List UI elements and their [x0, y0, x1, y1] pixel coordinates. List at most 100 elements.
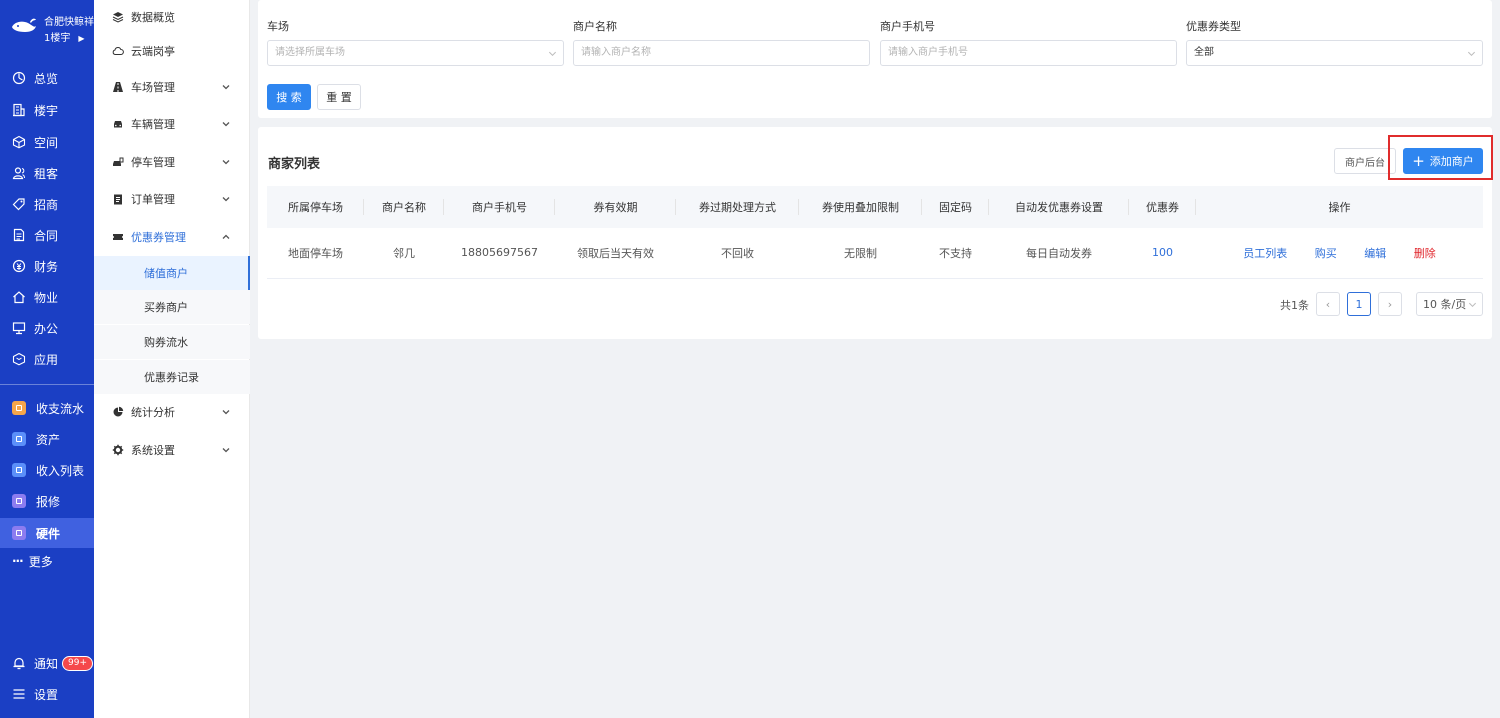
menu-item-parking-management[interactable]: 停车管理: [94, 145, 250, 179]
nav-app-income-list[interactable]: 收入列表: [0, 456, 94, 484]
table-header-row: 所属停车场 商户名称 商户手机号 券有效期 券过期处理方式 券使用叠加限制 固定…: [267, 186, 1483, 228]
coupons-count-link[interactable]: 100: [1152, 246, 1173, 259]
menu-item-label: 统计分析: [131, 406, 175, 419]
cell-stacking-limit: 无限制: [799, 228, 922, 279]
menu-item-statistics[interactable]: 统计分析: [94, 395, 250, 429]
nav-item-contract[interactable]: 合同: [0, 221, 94, 249]
coupon-icon: [113, 234, 123, 240]
nav-item-label: 招商: [34, 197, 59, 212]
home-icon: [13, 291, 25, 304]
menu-item-data-overview[interactable]: 数据概览: [94, 0, 250, 34]
income-list-icon: [12, 463, 26, 477]
submenu-item-coupon-buying-merchant[interactable]: 买券商户: [94, 290, 250, 324]
page-number-button[interactable]: 1: [1347, 292, 1371, 316]
nav-app-hardware[interactable]: 硬件: [0, 518, 94, 548]
delete-link[interactable]: 删除: [1414, 247, 1436, 260]
menu-icon: [13, 689, 25, 699]
nav-item-label: 财务: [34, 259, 59, 274]
nav-item-property[interactable]: 物业: [0, 283, 94, 311]
table-row: 地面停车场 邻几 18805697567 领取后当天有效 不回收 无限制 不支持…: [267, 228, 1483, 279]
menu-item-coupon-management[interactable]: 优惠券管理: [94, 220, 250, 254]
submenu-item-coupon-purchase-flow[interactable]: 购券流水: [94, 325, 250, 359]
parking-icon: [113, 157, 124, 166]
list-title: 商家列表: [268, 157, 321, 172]
chevron-down-icon: [222, 197, 230, 202]
submenu-item-stored-value-merchant[interactable]: 储值商户: [94, 256, 250, 290]
brand[interactable]: 合肥快鲸祥 1楼宇 ▶: [10, 10, 94, 50]
nav-item-leasing[interactable]: 招商: [0, 190, 94, 218]
menu-item-vehicle-management[interactable]: 车辆管理: [94, 107, 250, 141]
chevron-down-icon: [1468, 302, 1477, 308]
whale-logo-icon: [12, 18, 36, 32]
monitor-icon: [12, 322, 26, 335]
nav-item-overview[interactable]: 总览: [0, 64, 94, 92]
chevron-left-icon: ‹: [1325, 297, 1331, 311]
merchant-name-placeholder: 请输入商户名称: [581, 47, 651, 58]
menu-item-label: 数据概览: [131, 11, 175, 24]
page-size-value: 10 条/页: [1423, 298, 1467, 311]
nav-settings[interactable]: 设置: [0, 680, 94, 708]
cell-auto-issue: 每日自动发券: [989, 228, 1129, 279]
nav-item-label: 通知: [34, 656, 59, 671]
merchant-name-input[interactable]: 请输入商户名称: [573, 40, 870, 66]
column-header: 优惠券: [1129, 186, 1196, 228]
page-size-select[interactable]: 10 条/页: [1416, 292, 1483, 316]
merchant-backend-button[interactable]: 商户后台: [1334, 148, 1396, 174]
column-header: 操作: [1196, 186, 1483, 228]
layers-icon: [112, 12, 124, 23]
coupon-type-label: 优惠券类型: [1186, 20, 1241, 33]
asset-icon: [12, 432, 26, 446]
secondary-menu: 数据概览 云端岗亭 车场管理 车辆管理 停车管理 订单管理 优惠券管理 储值商户…: [94, 0, 250, 718]
highlight-box: [1388, 135, 1493, 180]
nav-app-repair[interactable]: 报修: [0, 487, 94, 515]
nav-notifications[interactable]: 通知 99+: [0, 649, 94, 677]
edit-link[interactable]: 编辑: [1364, 247, 1386, 260]
nav-item-label: 报修: [36, 494, 61, 509]
column-header: 券过期处理方式: [676, 186, 799, 228]
buy-link[interactable]: 购买: [1315, 247, 1337, 260]
coupon-type-select[interactable]: 全部: [1186, 40, 1483, 66]
menu-item-label: 优惠券管理: [131, 231, 186, 244]
menu-item-system-settings[interactable]: 系统设置: [94, 433, 250, 467]
menu-item-label: 车辆管理: [131, 118, 175, 131]
search-button[interactable]: 搜 索: [267, 84, 311, 110]
nav-item-tenant[interactable]: 租客: [0, 159, 94, 187]
column-header: 券使用叠加限制: [799, 186, 922, 228]
nav-app-assets[interactable]: 资产: [0, 425, 94, 453]
nav-item-finance[interactable]: 财务: [0, 252, 94, 280]
app-icon: [12, 352, 26, 366]
menu-item-lot-management[interactable]: 车场管理: [94, 70, 250, 104]
nav-app-cashflow[interactable]: 收支流水: [0, 394, 94, 422]
next-page-button[interactable]: ›: [1378, 292, 1402, 316]
nav-item-space[interactable]: 空间: [0, 128, 94, 156]
filter-panel: 车场 请选择所属车场 商户名称 请输入商户名称 商户手机号 请输入商户手机号 优…: [258, 0, 1492, 118]
gear-icon: [112, 444, 124, 456]
chevron-down-icon: [222, 410, 230, 415]
reset-button[interactable]: 重 置: [317, 84, 361, 110]
brand-building-name: 1楼宇 ▶: [44, 33, 85, 44]
bell-icon: [13, 657, 25, 670]
menu-item-label: 车场管理: [131, 81, 175, 94]
menu-item-order-management[interactable]: 订单管理: [94, 182, 250, 216]
merchant-phone-input[interactable]: 请输入商户手机号: [880, 40, 1177, 66]
cube-icon: [12, 135, 26, 149]
primary-sidebar: 合肥快鲸祥 1楼宇 ▶ 总览 楼宇 空间 租客 招商 合同 财务 物业 办公 应用: [0, 0, 94, 718]
chevron-down-icon: [1467, 51, 1476, 57]
prev-page-button[interactable]: ‹: [1316, 292, 1340, 316]
cell-fixed-code: 不支持: [922, 228, 989, 279]
nav-item-apps[interactable]: 应用: [0, 345, 94, 373]
users-icon: [12, 167, 25, 180]
staff-list-link[interactable]: 员工列表: [1243, 247, 1287, 260]
nav-item-building[interactable]: 楼宇: [0, 96, 94, 124]
nav-item-label: 办公: [34, 321, 59, 336]
chevron-down-icon: [548, 51, 557, 57]
submenu-item-coupon-records[interactable]: 优惠券记录: [94, 360, 250, 394]
merchant-phone-placeholder: 请输入商户手机号: [888, 47, 968, 58]
nav-more[interactable]: ··· 更多: [0, 547, 94, 575]
parking-lot-select[interactable]: 请选择所属车场: [267, 40, 564, 66]
sidebar-divider: [0, 384, 94, 385]
chevron-up-icon: [222, 234, 230, 239]
nav-item-office[interactable]: 办公: [0, 314, 94, 342]
cell-actions: 员工列表 购买 编辑 删除: [1196, 228, 1483, 279]
menu-item-cloud-booth[interactable]: 云端岗亭: [94, 34, 250, 68]
